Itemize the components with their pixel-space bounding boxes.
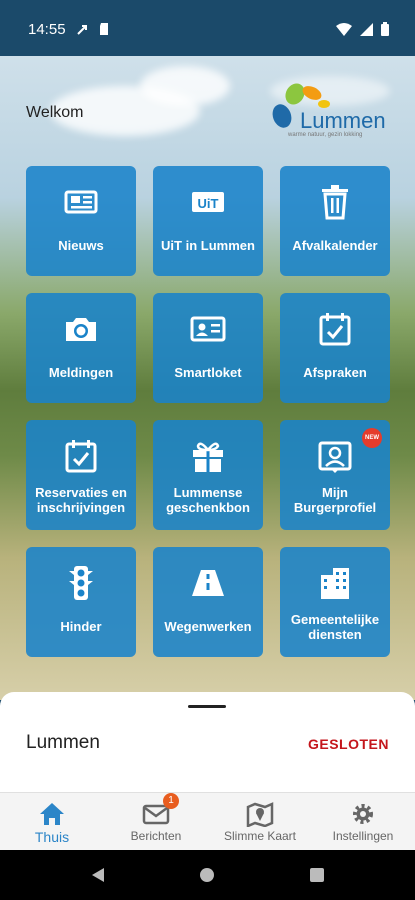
home-icon (40, 803, 64, 825)
newspaper-icon (64, 190, 98, 214)
calendar-check-icon (319, 313, 351, 346)
signal-icon (360, 22, 373, 36)
wifi-icon (336, 22, 352, 36)
tile-label: UiT in Lummen (161, 238, 255, 253)
tile-label: Lummense geschenkbon (166, 485, 250, 515)
tile-label: Mijn Burgerprofiel (293, 485, 377, 515)
unread-badge: 1 (163, 793, 179, 809)
tile-geschenkbon[interactable]: Lummense geschenkbon (153, 420, 263, 530)
tile-afvalkalender[interactable]: Afvalkalender (280, 166, 390, 276)
new-badge: NEW (362, 428, 382, 448)
sd-card-icon (100, 23, 108, 35)
profile-icon (318, 441, 352, 473)
gift-icon (193, 442, 223, 472)
gear-icon (353, 804, 373, 824)
location-name: Lummen (26, 732, 100, 753)
tab-label: Berichten (130, 829, 182, 843)
tile-label: Afvalkalender (292, 238, 378, 253)
system-nav-bar (0, 850, 415, 900)
tile-label: Smartloket (174, 365, 242, 380)
camera-icon (66, 318, 96, 341)
map-icon (246, 802, 274, 827)
tile-afspraken[interactable]: Afspraken (280, 293, 390, 403)
status-right-icons (336, 22, 389, 36)
tab-instellingen[interactable]: Instellingen (311, 793, 415, 851)
tile-meldingen[interactable]: Meldingen (26, 293, 136, 403)
logo-tagline: warme natuur, gezin lokking (288, 132, 363, 138)
bottom-tab-bar: Thuis 1 Berichten Slimme Kaart Instellin… (0, 792, 415, 850)
tile-label: Afspraken (303, 365, 367, 380)
tab-label: Instellingen (332, 829, 394, 843)
recents-icon[interactable] (309, 867, 325, 883)
uit-icon: UiT (192, 192, 224, 212)
tile-gemeentelijke-diensten[interactable]: Gemeentelijke diensten (280, 547, 390, 657)
lummen-logo: Lummen warme natuur, gezin lokking (268, 80, 398, 140)
trash-icon (322, 185, 348, 220)
calendar-check-icon (65, 440, 97, 473)
battery-icon (381, 22, 389, 36)
status-left-icons (76, 22, 110, 36)
tile-label: Gemeentelijke diensten (290, 612, 380, 642)
tab-slimme-kaart[interactable]: Slimme Kaart (208, 793, 312, 851)
status-time: 14:55 (28, 21, 66, 38)
status-bar: 14:55 (0, 0, 415, 56)
tile-label: Hinder (60, 619, 102, 634)
tile-nieuws[interactable]: Nieuws (26, 166, 136, 276)
sheet-drag-handle[interactable] (188, 705, 226, 708)
tab-label: Thuis (34, 829, 70, 845)
location-sheet[interactable]: Lummen GESLOTEN (0, 692, 415, 792)
svg-text:UiT: UiT (198, 196, 219, 211)
id-card-icon (190, 316, 226, 342)
tab-berichten[interactable]: 1 Berichten (104, 793, 208, 851)
tab-label: Slimme Kaart (223, 829, 297, 843)
back-icon[interactable] (90, 867, 106, 883)
logo-wordmark: Lummen (300, 108, 386, 133)
traffic-light-icon (69, 566, 93, 600)
tile-label: Wegenwerken (164, 619, 252, 634)
home-button-icon[interactable] (199, 867, 215, 883)
tile-uit-in-lummen[interactable]: UiT UiT in Lummen (153, 166, 263, 276)
buildings-icon (321, 568, 349, 599)
tile-wegenwerken[interactable]: Wegenwerken (153, 547, 263, 657)
tile-reservaties[interactable]: Reservaties en inschrijvingen (26, 420, 136, 530)
tab-thuis[interactable]: Thuis (0, 793, 104, 851)
tile-label: Meldingen (48, 365, 114, 380)
road-icon (192, 570, 224, 596)
tile-label: Nieuws (58, 238, 104, 253)
tile-burgerprofiel[interactable]: NEW Mijn Burgerprofiel (280, 420, 390, 530)
tile-smartloket[interactable]: Smartloket (153, 293, 263, 403)
welcome-text: Welkom (26, 104, 84, 121)
opening-status: GESLOTEN (307, 736, 389, 752)
phone-icon (77, 25, 87, 35)
tile-label: Reservaties en inschrijvingen (35, 485, 127, 515)
tile-hinder[interactable]: Hinder (26, 547, 136, 657)
